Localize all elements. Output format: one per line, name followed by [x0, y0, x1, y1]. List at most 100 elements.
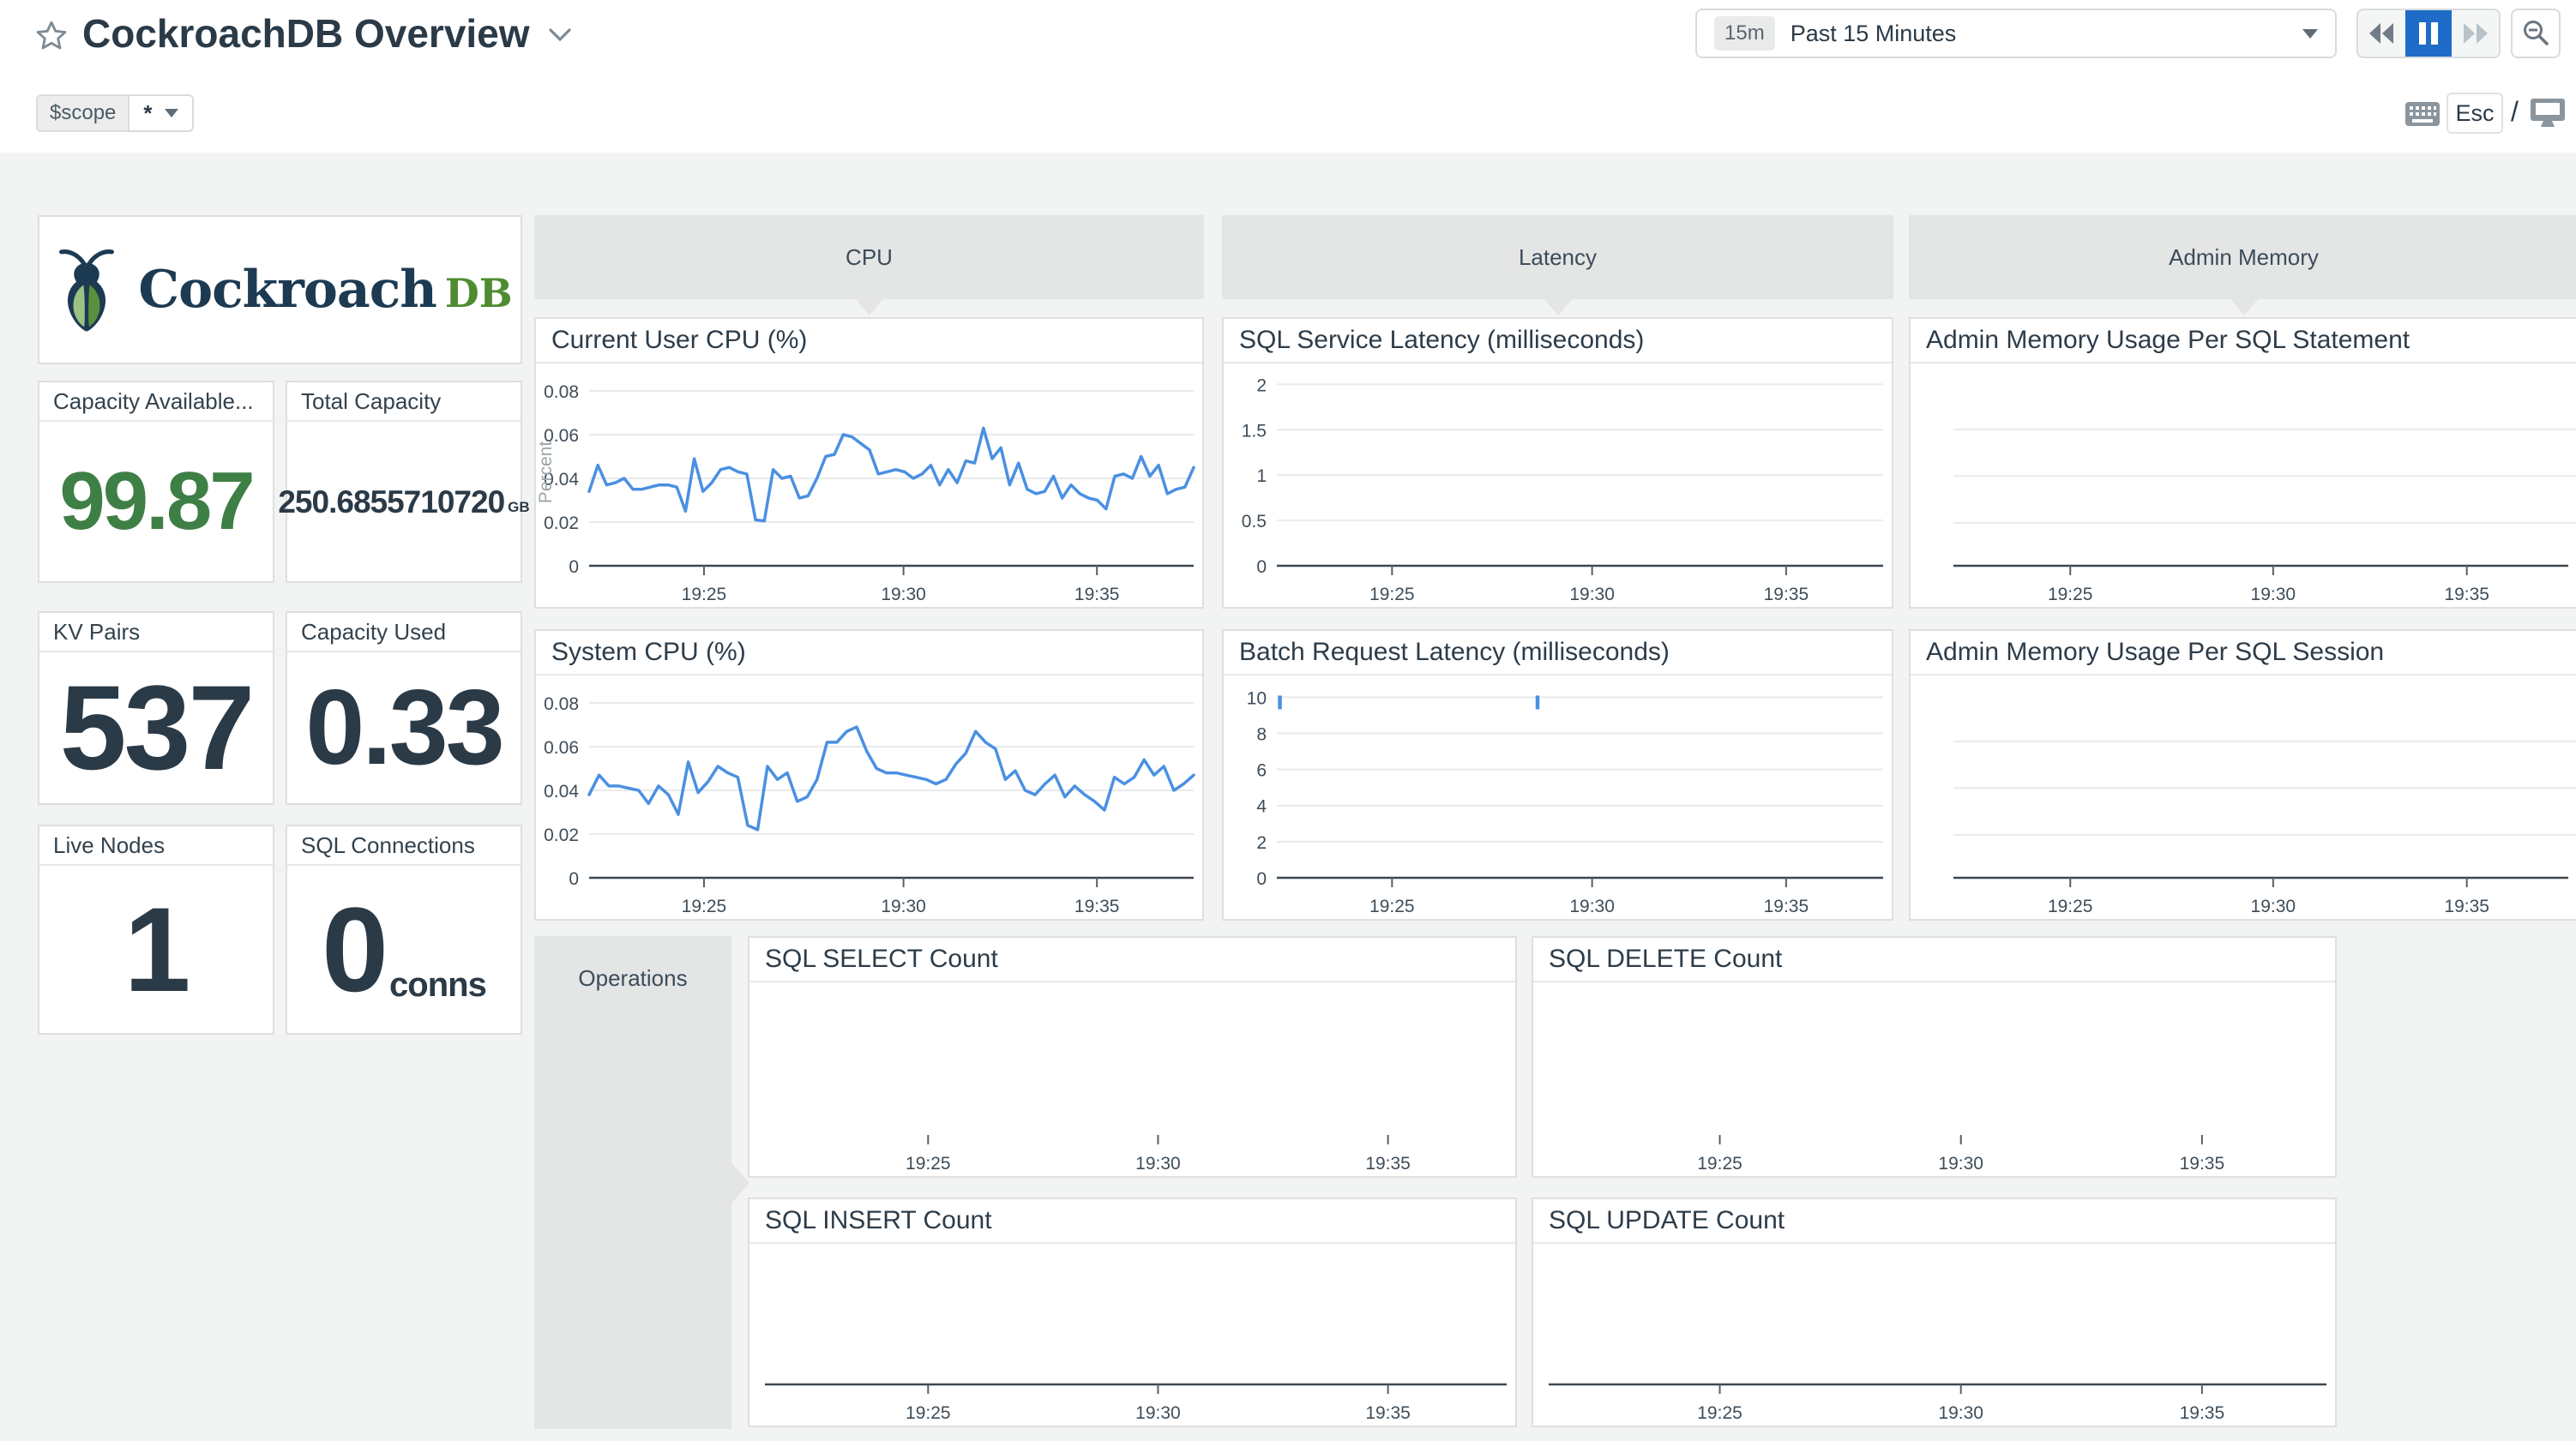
- svg-text:19:30: 19:30: [1135, 1403, 1181, 1423]
- time-pause-button[interactable]: [2405, 10, 2453, 57]
- cockroachdb-logo-card: CockroachDB: [38, 215, 522, 364]
- svg-text:1: 1: [1256, 466, 1267, 486]
- svg-text:6: 6: [1256, 761, 1267, 781]
- cockroachdb-bug-icon: [47, 245, 126, 334]
- section-notch: [731, 1162, 749, 1204]
- chart-plot-area[interactable]: 00.020.040.060.0819:2519:3019:35: [536, 677, 1202, 919]
- esc-label: Esc: [2455, 100, 2494, 127]
- stat-value: 1: [124, 890, 189, 1010]
- logo-text-secondary: DB: [445, 270, 513, 316]
- stat-value: 0.33: [305, 675, 502, 781]
- time-rewind-button[interactable]: [2358, 10, 2405, 57]
- section-notch: [1544, 298, 1573, 315]
- svg-text:19:30: 19:30: [2251, 585, 2296, 604]
- chart-plot-area[interactable]: 00.020.040.060.0819:2519:3019:35Percent: [536, 365, 1202, 607]
- chart-title: SQL UPDATE Count: [1533, 1199, 2335, 1244]
- chart-title: System CPU (%): [536, 631, 1202, 675]
- chart-title: Batch Request Latency (milliseconds): [1224, 631, 1892, 675]
- svg-text:19:35: 19:35: [1764, 897, 1809, 916]
- section-notch: [855, 298, 884, 315]
- svg-text:19:30: 19:30: [1569, 585, 1615, 604]
- favorite-star-icon[interactable]: [34, 19, 69, 57]
- svg-text:19:25: 19:25: [1697, 1154, 1742, 1174]
- chart-title: Admin Memory Usage Per SQL Statement: [1911, 319, 2576, 363]
- section-label: Operations: [534, 965, 731, 992]
- section-notch: [2230, 298, 2259, 315]
- chart-title: Current User CPU (%): [536, 319, 1202, 363]
- template-variable-scope[interactable]: $scope *: [36, 94, 194, 132]
- chart-title: SQL SELECT Count: [749, 938, 1515, 982]
- time-forward-button[interactable]: [2452, 10, 2499, 57]
- svg-text:19:25: 19:25: [682, 585, 727, 604]
- chart-title: SQL Service Latency (milliseconds): [1224, 319, 1892, 363]
- chart-title: Admin Memory Usage Per SQL Session: [1911, 631, 2576, 675]
- svg-text:2: 2: [1256, 833, 1267, 853]
- stat-card-live-nodes: Live Nodes 1: [38, 825, 274, 1035]
- svg-text:19:25: 19:25: [1369, 585, 1415, 604]
- stat-card-capacity-available: Capacity Available... 99.87: [38, 381, 274, 583]
- svg-text:19:35: 19:35: [1365, 1154, 1411, 1174]
- svg-text:19:25: 19:25: [2048, 897, 2093, 916]
- stat-value: 250.6855710720: [278, 486, 504, 518]
- svg-text:19:25: 19:25: [2048, 585, 2093, 604]
- stat-title: KV Pairs: [39, 613, 273, 652]
- svg-text:10: 10: [1247, 688, 1267, 708]
- stat-card-total-capacity: Total Capacity 250.6855710720 GB: [286, 381, 522, 583]
- svg-text:19:35: 19:35: [2444, 585, 2489, 604]
- svg-text:19:30: 19:30: [881, 897, 926, 916]
- stat-title: Capacity Available...: [39, 382, 273, 422]
- stat-title: Live Nodes: [39, 826, 273, 866]
- chart-plot-area[interactable]: 19:2519:3019:35: [749, 1246, 1515, 1426]
- svg-text:0: 0: [569, 557, 579, 577]
- section-header-admin-memory[interactable]: Admin Memory: [1909, 215, 2576, 299]
- logo-text-primary: Cockroach: [138, 260, 436, 320]
- section-header-latency[interactable]: Latency: [1222, 215, 1893, 299]
- shortcut-slash-text: /: [2511, 96, 2519, 128]
- title-menu-chevron-down-icon[interactable]: [547, 27, 573, 48]
- section-header-operations[interactable]: Operations: [534, 936, 731, 1429]
- stat-value: 537: [60, 668, 253, 788]
- fast-forward-icon: [2461, 21, 2490, 46]
- esc-key-button[interactable]: Esc: [2447, 93, 2503, 134]
- stat-title: Total Capacity: [287, 382, 521, 422]
- stat-unit: GB: [508, 499, 530, 516]
- chart-title: SQL DELETE Count: [1533, 938, 2335, 982]
- time-range-badge: 15m: [1714, 16, 1775, 51]
- template-variable-name: $scope: [38, 96, 129, 130]
- chart-plot-area[interactable]: 00.511.5219:2519:3019:35: [1224, 365, 1892, 607]
- section-header-cpu[interactable]: CPU: [534, 215, 1204, 299]
- chart-plot-area[interactable]: 024681019:2519:3019:35: [1224, 677, 1892, 919]
- template-variable-value[interactable]: *: [129, 96, 191, 130]
- stat-title: SQL Connections: [287, 826, 521, 866]
- chart-plot-area[interactable]: 19:2519:3019:35: [1533, 984, 2335, 1176]
- stat-card-kv-pairs: KV Pairs 537: [38, 611, 274, 805]
- chart-sql-service-latency: SQL Service Latency (milliseconds) 00.51…: [1222, 317, 1893, 609]
- chart-plot-area[interactable]: 19:2519:3019:35: [749, 984, 1515, 1176]
- chart-plot-area[interactable]: 19:2519:3019:35: [1911, 677, 2576, 919]
- time-playback-controls: [2356, 9, 2501, 58]
- chart-sql-delete-count: SQL DELETE Count 19:2519:3019:35: [1532, 936, 2337, 1178]
- zoom-out-button[interactable]: [2511, 9, 2561, 58]
- pause-icon: [2417, 21, 2440, 46]
- svg-text:19:35: 19:35: [1365, 1403, 1411, 1423]
- cockroachdb-dashboard: { "header": { "title": "CockroachDB Over…: [0, 0, 2576, 1441]
- rewind-icon: [2367, 21, 2396, 46]
- svg-text:19:25: 19:25: [682, 897, 727, 916]
- svg-text:0: 0: [569, 869, 579, 889]
- svg-text:0: 0: [1256, 557, 1267, 577]
- keyboard-shortcuts-icon[interactable]: [2404, 101, 2441, 131]
- chart-sql-select-count: SQL SELECT Count 19:2519:3019:35: [748, 936, 1517, 1178]
- time-range-selector[interactable]: 15m Past 15 Minutes: [1695, 9, 2337, 58]
- chart-plot-area[interactable]: 19:2519:3019:35: [1533, 1246, 2335, 1426]
- tv-mode-icon[interactable]: [2530, 98, 2566, 135]
- svg-text:19:30: 19:30: [1569, 897, 1615, 916]
- chart-plot-area[interactable]: 19:25 19:30 19:35: [1911, 365, 2576, 607]
- section-label: Latency: [1519, 244, 1597, 271]
- svg-text:19:35: 19:35: [1764, 585, 1809, 604]
- svg-text:0.02: 0.02: [544, 513, 579, 533]
- svg-text:19:35: 19:35: [2180, 1403, 2225, 1423]
- chart-admin-memory-per-sql-session: Admin Memory Usage Per SQL Session 19:25…: [1909, 629, 2576, 921]
- template-variable-caret-icon: [165, 109, 178, 117]
- svg-text:19:35: 19:35: [1074, 585, 1120, 604]
- svg-text:0.04: 0.04: [544, 782, 579, 802]
